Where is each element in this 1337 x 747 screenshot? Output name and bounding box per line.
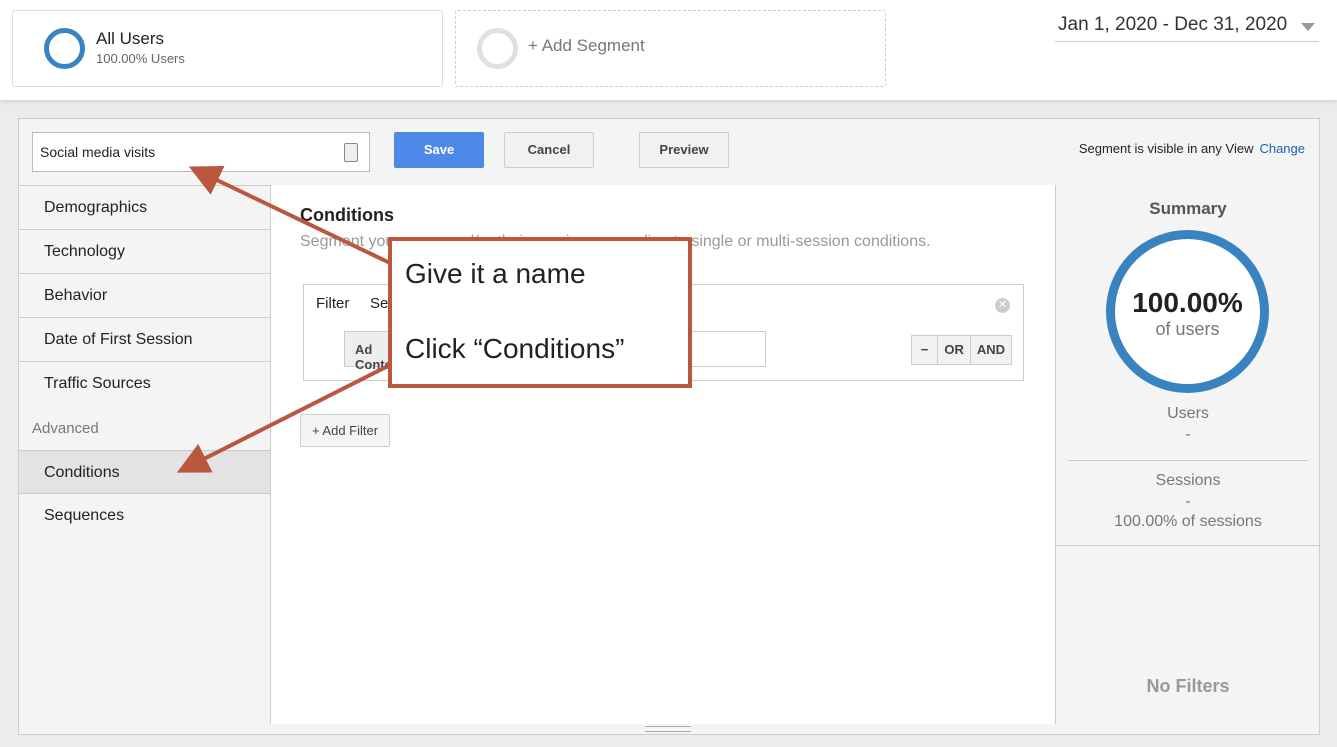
arrow-to-name bbox=[188, 165, 391, 265]
annotation-callout: Give it a name Click “Conditions” bbox=[388, 237, 692, 388]
arrow-to-conditions bbox=[176, 363, 391, 473]
callout-line-1: Give it a name bbox=[405, 258, 586, 289]
callout-line-2: Click “Conditions” bbox=[405, 333, 625, 364]
